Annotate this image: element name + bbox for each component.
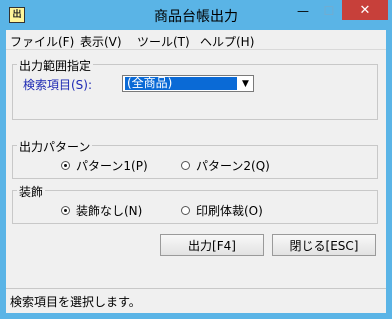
radio-unselected-icon bbox=[181, 161, 190, 170]
close-icon: ✕ bbox=[359, 2, 371, 18]
search-item-value: (全商品) bbox=[125, 77, 237, 90]
radio-print-format-label: 印刷体裁(O) bbox=[196, 204, 263, 218]
minimize-button[interactable]: — bbox=[290, 2, 316, 20]
output-pattern-title: 出力パターン bbox=[17, 138, 93, 155]
close-window-button[interactable]: ✕ bbox=[342, 0, 388, 20]
menu-bar: ファイル(F) 表示(V) ツール(T) ヘルプ(H) bbox=[6, 30, 386, 50]
radio-selected-icon bbox=[61, 206, 70, 215]
menu-help[interactable]: ヘルプ(H) bbox=[200, 33, 254, 50]
decoration-title: 装飾 bbox=[17, 183, 46, 200]
decoration-group: 装飾 装飾なし(N) 印刷体裁(O) bbox=[12, 183, 378, 224]
radio-no-decoration-label: 装飾なし(N) bbox=[76, 204, 143, 218]
status-bar: 検索項目を選択します。 bbox=[6, 288, 386, 313]
client-area: ファイル(F) 表示(V) ツール(T) ヘルプ(H) 出力範囲指定 検索項目(… bbox=[6, 30, 386, 313]
minimize-icon: — bbox=[297, 4, 309, 18]
search-item-dropdown[interactable]: (全商品) ▼ bbox=[122, 75, 254, 92]
title-bar[interactable]: 出 商品台帳出力 — ☐ ✕ bbox=[0, 0, 392, 30]
close-button[interactable]: 閉じる[ESC] bbox=[272, 234, 376, 256]
status-text: 検索項目を選択します。 bbox=[10, 295, 141, 309]
radio-pattern-1-label: パターン1(P) bbox=[76, 159, 148, 173]
radio-pattern-2-label: パターン2(Q) bbox=[196, 159, 270, 173]
chevron-down-icon: ▼ bbox=[242, 78, 249, 89]
main-window: 出 商品台帳出力 — ☐ ✕ ファイル(F) 表示(V) ツール(T) ヘルプ(… bbox=[0, 0, 392, 319]
output-range-group: 出力範囲指定 検索項目(S): (全商品) ▼ bbox=[12, 57, 378, 120]
output-pattern-group: 出力パターン パターン1(P) パターン2(Q) bbox=[12, 138, 378, 179]
menu-view[interactable]: 表示(V) bbox=[80, 33, 122, 50]
maximize-icon: ☐ bbox=[323, 4, 335, 18]
radio-unselected-icon bbox=[181, 206, 190, 215]
radio-no-decoration[interactable]: 装飾なし(N) bbox=[61, 202, 142, 219]
dropdown-arrow-button[interactable]: ▼ bbox=[238, 76, 253, 91]
maximize-button[interactable]: ☐ bbox=[316, 2, 342, 20]
menu-file[interactable]: ファイル(F) bbox=[10, 33, 74, 50]
output-button[interactable]: 出力[F4] bbox=[160, 234, 264, 256]
radio-pattern-2[interactable]: パターン2(Q) bbox=[181, 157, 270, 174]
output-range-title: 出力範囲指定 bbox=[17, 57, 94, 74]
menu-tools[interactable]: ツール(T) bbox=[137, 33, 190, 50]
search-item-label: 検索項目(S): bbox=[23, 78, 93, 92]
radio-pattern-1[interactable]: パターン1(P) bbox=[61, 157, 148, 174]
radio-print-format[interactable]: 印刷体裁(O) bbox=[181, 202, 263, 219]
radio-selected-icon bbox=[61, 161, 70, 170]
